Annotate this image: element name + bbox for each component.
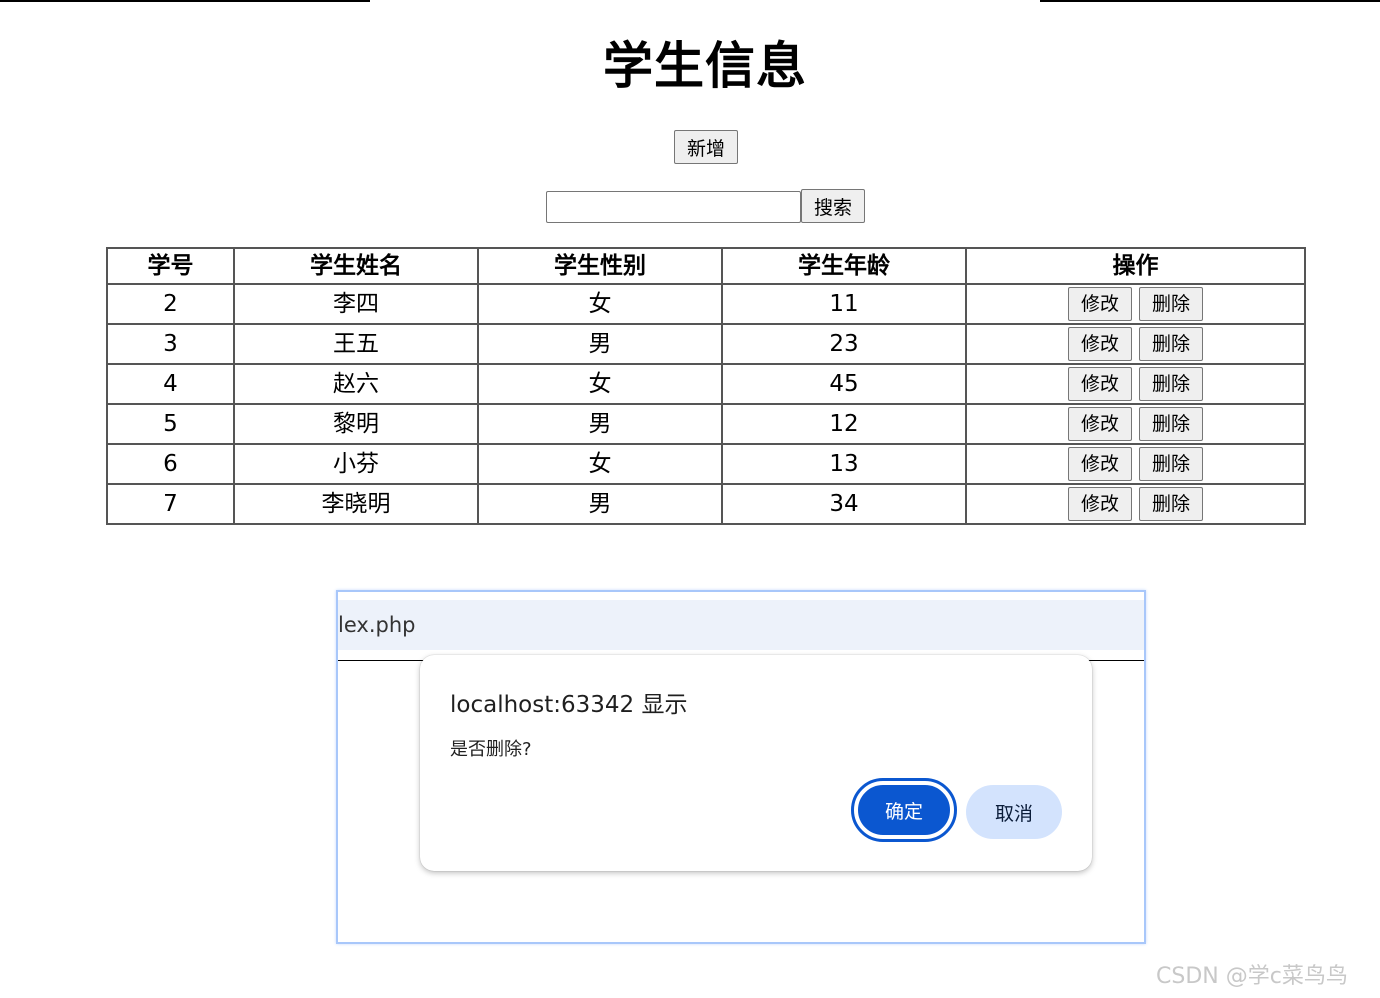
cancel-button[interactable]: 取消 — [966, 785, 1062, 839]
cell-name: 李晓明 — [233, 483, 479, 525]
header-name: 学生姓名 — [233, 247, 479, 285]
dialog-title: localhost:63342 显示 — [450, 692, 688, 718]
cell-gender: 男 — [477, 403, 723, 445]
browser-tab-title: lex.php — [338, 613, 416, 637]
edit-button[interactable]: 修改 — [1068, 407, 1132, 441]
watermark: CSDN @学c菜鸟鸟 — [1156, 964, 1348, 989]
delete-button[interactable]: 删除 — [1139, 487, 1203, 521]
cell-age: 34 — [721, 483, 967, 525]
cell-operations: 修改 删除 — [965, 443, 1306, 485]
search-button[interactable]: 搜索 — [801, 189, 865, 223]
cell-gender: 男 — [477, 483, 723, 525]
edit-button[interactable]: 修改 — [1068, 327, 1132, 361]
delete-button[interactable]: 删除 — [1139, 407, 1203, 441]
delete-button[interactable]: 删除 — [1139, 287, 1203, 321]
header-age: 学生年龄 — [721, 247, 967, 285]
cell-age: 12 — [721, 403, 967, 445]
page-title: 学生信息 — [603, 37, 807, 95]
cell-operations: 修改 删除 — [965, 323, 1306, 365]
cell-age: 11 — [721, 283, 967, 325]
header-gender: 学生性别 — [477, 247, 723, 285]
confirm-dialog: localhost:63342 显示 是否删除? 确定 取消 — [420, 655, 1092, 871]
table-row: 2 李四 女 11 修改 删除 — [106, 283, 1306, 325]
cell-id: 6 — [106, 443, 235, 485]
cell-id: 3 — [106, 323, 235, 365]
table-row: 3 王五 男 23 修改 删除 — [106, 323, 1306, 365]
delete-button[interactable]: 删除 — [1139, 327, 1203, 361]
table-header-row: 学号 学生姓名 学生性别 学生年龄 操作 — [106, 247, 1306, 285]
cell-gender: 男 — [477, 323, 723, 365]
cell-gender: 女 — [477, 363, 723, 405]
cell-operations: 修改 删除 — [965, 403, 1306, 445]
cell-name: 李四 — [233, 283, 479, 325]
header-operations: 操作 — [965, 247, 1306, 285]
delete-button[interactable]: 删除 — [1139, 447, 1203, 481]
add-button[interactable]: 新增 — [674, 130, 738, 164]
cell-name: 王五 — [233, 323, 479, 365]
cell-gender: 女 — [477, 443, 723, 485]
edit-button[interactable]: 修改 — [1068, 287, 1132, 321]
cell-id: 7 — [106, 483, 235, 525]
cell-id: 5 — [106, 403, 235, 445]
students-table: 学号 学生姓名 学生性别 学生年龄 操作 2 李四 女 11 修改 删除 3 王… — [106, 247, 1306, 525]
table-row: 4 赵六 女 45 修改 删除 — [106, 363, 1306, 405]
edit-button[interactable]: 修改 — [1068, 447, 1132, 481]
table-row: 7 李晓明 男 34 修改 删除 — [106, 483, 1306, 525]
top-divider-left — [0, 0, 370, 2]
cell-age: 23 — [721, 323, 967, 365]
search-input[interactable] — [546, 191, 801, 223]
cell-operations: 修改 删除 — [965, 283, 1306, 325]
delete-button[interactable]: 删除 — [1139, 367, 1203, 401]
cell-age: 45 — [721, 363, 967, 405]
confirm-button[interactable]: 确定 — [851, 778, 957, 842]
cell-gender: 女 — [477, 283, 723, 325]
cell-operations: 修改 删除 — [965, 483, 1306, 525]
table-row: 6 小芬 女 13 修改 删除 — [106, 443, 1306, 485]
edit-button[interactable]: 修改 — [1068, 487, 1132, 521]
cell-name: 小芬 — [233, 443, 479, 485]
cell-operations: 修改 删除 — [965, 363, 1306, 405]
page: 学生信息 新增 搜索 学号 学生姓名 学生性别 学生年龄 操作 2 李四 女 1… — [0, 0, 1380, 998]
top-divider-right — [1040, 0, 1380, 2]
edit-button[interactable]: 修改 — [1068, 367, 1132, 401]
table-row: 5 黎明 男 12 修改 删除 — [106, 403, 1306, 445]
cell-name: 黎明 — [233, 403, 479, 445]
header-id: 学号 — [106, 247, 235, 285]
cell-age: 13 — [721, 443, 967, 485]
dialog-message: 是否删除? — [450, 739, 532, 760]
cell-id: 2 — [106, 283, 235, 325]
cell-id: 4 — [106, 363, 235, 405]
cell-name: 赵六 — [233, 363, 479, 405]
browser-tab-strip: lex.php — [338, 600, 1144, 650]
